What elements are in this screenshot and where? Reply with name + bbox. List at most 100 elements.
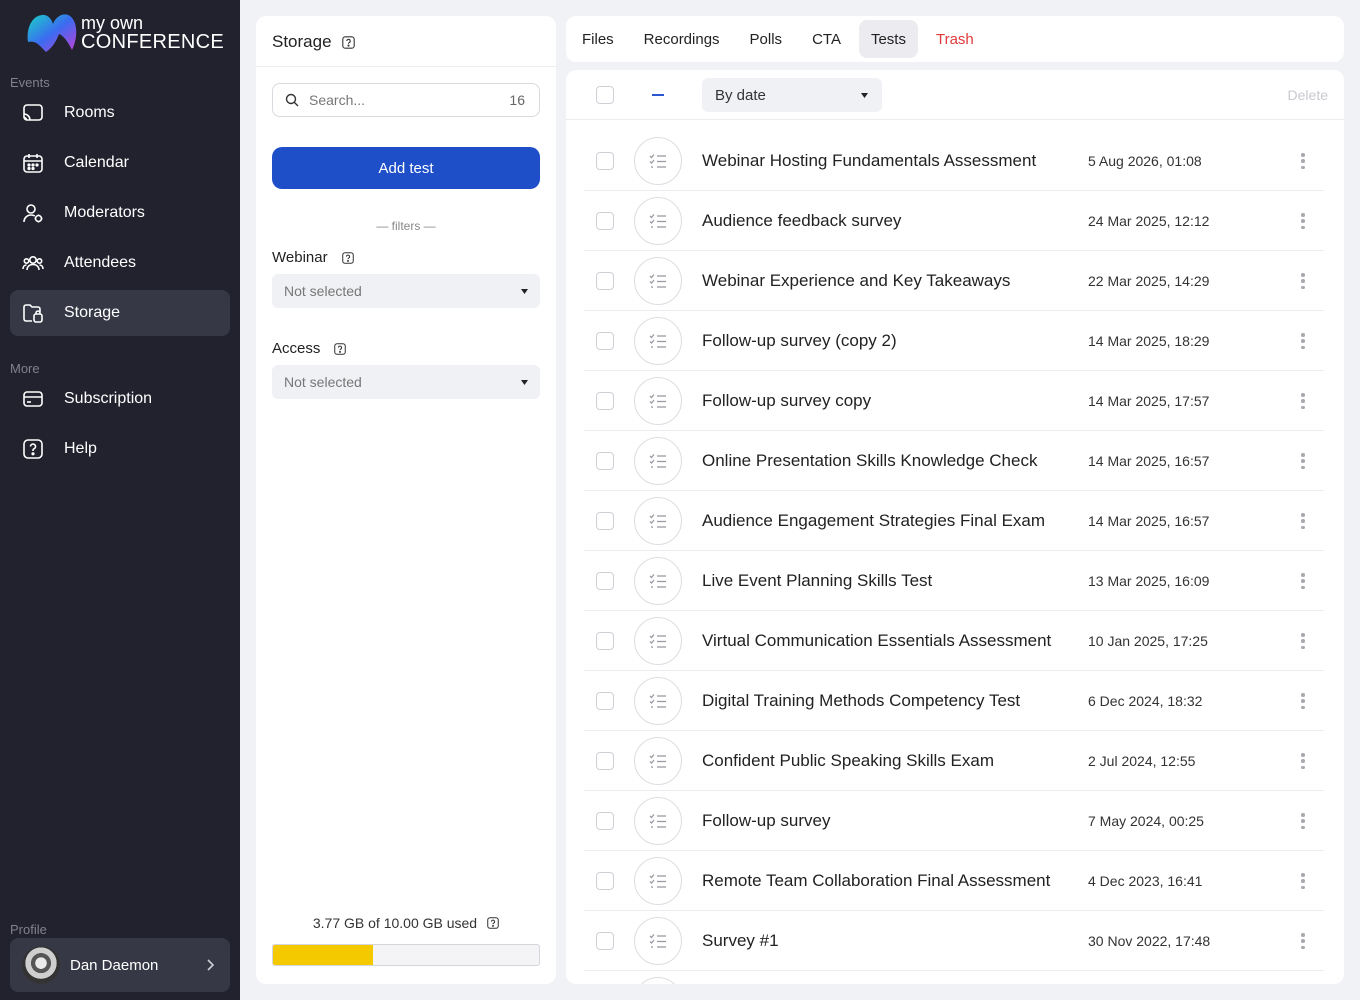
test-name[interactable]: Survey #1 [702, 931, 1072, 951]
sidebar-item-help[interactable]: Help [10, 426, 230, 472]
sort-select[interactable]: By date [702, 78, 882, 112]
test-name[interactable]: Virtual Communication Essentials Assessm… [702, 631, 1072, 651]
storage-title: Storage [272, 32, 332, 51]
test-date: 14 Mar 2025, 18:29 [1088, 333, 1210, 349]
table-row[interactable]: Live Event Planning Skills Test 13 Mar 20… [584, 551, 1324, 611]
profile-button[interactable]: Dan Daemon [10, 938, 230, 992]
sidebar-item-subscription[interactable]: Subscription [10, 376, 230, 422]
question-icon[interactable] [341, 251, 354, 264]
test-name[interactable]: Live Event Planning Skills Test [702, 571, 1072, 591]
table-row[interactable]: Follow-up survey copy 14 Mar 2025, 17:57 [584, 371, 1324, 431]
search-result-count: 16 [509, 92, 525, 108]
row-checkbox[interactable] [596, 452, 614, 470]
search-input[interactable] [309, 92, 510, 108]
table-row[interactable]: Confident Public Speaking Skills Exam 2 J… [584, 731, 1324, 791]
delete-button[interactable]: Delete [1288, 87, 1328, 103]
sidebar-item-storage[interactable]: Storage [10, 290, 230, 336]
tab-cta[interactable]: CTA [800, 20, 853, 58]
tab-recordings[interactable]: Recordings [632, 20, 732, 58]
more-options-icon[interactable] [1298, 931, 1308, 951]
row-checkbox[interactable] [596, 392, 614, 410]
sidebar-item-calendar[interactable]: Calendar [10, 140, 230, 186]
table-row[interactable]: Audience feedback survey 24 Mar 2025, 12:… [584, 191, 1324, 251]
more-options-icon[interactable] [1298, 151, 1308, 171]
table-row[interactable]: Digital Training Methods Competency Test… [584, 671, 1324, 731]
table-row[interactable]: Audience Engagement Strategies Final Exa… [584, 491, 1324, 551]
search-box[interactable]: 16 [272, 83, 540, 117]
row-checkbox[interactable] [596, 512, 614, 530]
sidebar-item-moderators[interactable]: Moderators [10, 190, 230, 236]
collapse-toggle[interactable] [652, 94, 664, 96]
calendar-icon [22, 152, 44, 174]
more-options-icon[interactable] [1298, 511, 1308, 531]
avatar [22, 946, 60, 984]
table-row[interactable]: Online Presentation Skills Knowledge Che… [584, 431, 1324, 491]
select-all-checkbox[interactable] [596, 86, 614, 104]
access-filter-label: Access [272, 340, 347, 357]
question-icon[interactable] [341, 35, 355, 49]
more-options-icon[interactable] [1298, 631, 1308, 651]
table-row[interactable]: Follow-up survey (copy 2) 14 Mar 2025, 18… [584, 311, 1324, 371]
tab-files[interactable]: Files [570, 20, 626, 58]
test-name[interactable]: Online Presentation Skills Knowledge Che… [702, 451, 1072, 471]
sidebar-item-rooms[interactable]: Rooms [10, 90, 230, 136]
table-row[interactable] [584, 971, 1324, 984]
help-icon [22, 438, 44, 460]
more-options-icon[interactable] [1298, 211, 1308, 231]
table-row[interactable]: Virtual Communication Essentials Assessm… [584, 611, 1324, 671]
table-row[interactable]: Survey #1 30 Nov 2022, 17:48 [584, 911, 1324, 971]
row-checkbox[interactable] [596, 752, 614, 770]
test-name[interactable]: Digital Training Methods Competency Test [702, 691, 1072, 711]
table-row[interactable]: Webinar Experience and Key Takeaways 22 M… [584, 251, 1324, 311]
tab-polls[interactable]: Polls [738, 20, 795, 58]
more-options-icon[interactable] [1298, 391, 1308, 411]
row-checkbox[interactable] [596, 812, 614, 830]
sidebar-item-label: Calendar [64, 154, 129, 171]
access-select[interactable]: Not selected [272, 365, 540, 399]
test-name[interactable]: Audience feedback survey [702, 211, 1072, 231]
test-name[interactable]: Remote Team Collaboration Final Assessme… [702, 871, 1072, 891]
test-name[interactable]: Audience Engagement Strategies Final Exa… [702, 511, 1072, 531]
table-row[interactable]: Webinar Hosting Fundamentals Assessment 5… [584, 131, 1324, 191]
row-checkbox[interactable] [596, 212, 614, 230]
row-checkbox[interactable] [596, 152, 614, 170]
sidebar-item-label: Attendees [64, 254, 137, 271]
test-name[interactable]: Webinar Hosting Fundamentals Assessment [702, 151, 1072, 171]
test-name[interactable]: Confident Public Speaking Skills Exam [702, 751, 1072, 771]
more-options-icon[interactable] [1298, 271, 1308, 291]
more-options-icon[interactable] [1298, 571, 1308, 591]
question-icon[interactable] [334, 342, 347, 355]
test-name[interactable]: Webinar Experience and Key Takeaways [702, 271, 1072, 291]
row-checkbox[interactable] [596, 332, 614, 350]
table-row[interactable]: Remote Team Collaboration Final Assessme… [584, 851, 1324, 911]
profile-name: Dan Daemon [70, 956, 159, 974]
row-checkbox[interactable] [596, 692, 614, 710]
more-options-icon[interactable] [1298, 871, 1308, 891]
test-name[interactable]: Follow-up survey copy [702, 391, 1072, 411]
more-options-icon[interactable] [1298, 751, 1308, 771]
question-icon[interactable] [487, 917, 499, 929]
more-options-icon[interactable] [1298, 691, 1308, 711]
webinar-select[interactable]: Not selected [272, 274, 540, 308]
test-date: 2 Jul 2024, 12:55 [1088, 753, 1196, 769]
test-icon [634, 917, 682, 965]
test-name[interactable]: Follow-up survey (copy 2) [702, 331, 1072, 351]
more-options-icon[interactable] [1298, 451, 1308, 471]
test-name[interactable]: Follow-up survey [702, 811, 1072, 831]
table-row[interactable]: Follow-up survey 7 May 2024, 00:25 [584, 791, 1324, 851]
row-checkbox[interactable] [596, 932, 614, 950]
more-options-icon[interactable] [1298, 811, 1308, 831]
add-test-button[interactable]: Add test [272, 147, 540, 189]
app-logo[interactable]: my own CONFERENCE [26, 12, 226, 56]
sidebar-item-attendees[interactable]: Attendees [10, 240, 230, 286]
row-checkbox[interactable] [596, 632, 614, 650]
filters-label: — filters — [376, 219, 436, 233]
tab-tests[interactable]: Tests [858, 20, 918, 58]
more-options-icon[interactable] [1298, 331, 1308, 351]
row-checkbox[interactable] [596, 272, 614, 290]
row-checkbox[interactable] [596, 872, 614, 890]
tab-trash[interactable]: Trash [924, 20, 986, 58]
storage-usage-text: 3.77 GB of 10.00 GB used [312, 915, 478, 931]
logo-mark-icon [27, 14, 77, 53]
row-checkbox[interactable] [596, 572, 614, 590]
